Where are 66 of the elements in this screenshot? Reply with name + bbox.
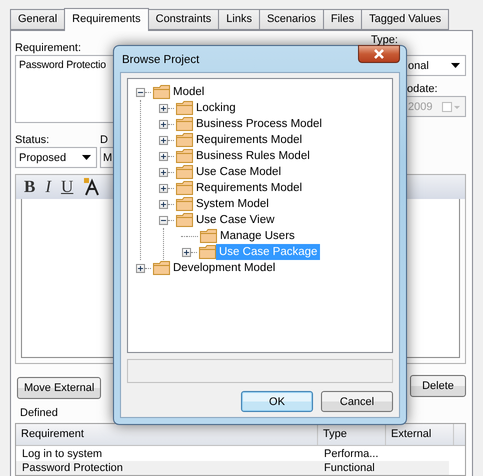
close-icon	[373, 49, 385, 59]
folder-icon	[176, 181, 193, 195]
folder-icon	[200, 229, 217, 243]
type-label: Type:	[371, 33, 399, 47]
folder-icon	[153, 85, 170, 99]
format-button[interactable]: U	[61, 177, 74, 197]
close-button[interactable]	[358, 45, 400, 63]
expand-icon[interactable]	[159, 104, 168, 112]
collapse-icon[interactable]	[136, 88, 145, 96]
folder-icon	[176, 165, 193, 179]
font-icon[interactable]	[83, 178, 102, 196]
folder-icon	[176, 197, 193, 211]
tree-item[interactable]: Requirements Model	[193, 180, 306, 196]
tab[interactable]: General	[10, 9, 66, 30]
tab[interactable]: Constraints	[148, 9, 220, 30]
ok-button[interactable]: OK	[241, 391, 313, 412]
tree-item[interactable]: Development Model	[170, 260, 278, 276]
folder-icon	[153, 261, 170, 275]
tab[interactable]: Requirements	[64, 8, 149, 31]
defined-label: Defined	[20, 407, 58, 420]
tab[interactable]: Tagged Values	[361, 9, 450, 30]
requirement-label: Requirement:	[15, 41, 82, 55]
dialog-title: Browse Project	[122, 54, 200, 66]
expand-icon[interactable]	[159, 120, 168, 128]
table-cell-text: Performa...	[323, 447, 380, 461]
expand-icon[interactable]	[182, 248, 191, 256]
caret-icon	[451, 63, 460, 68]
folder-icon	[176, 133, 193, 147]
expand-icon[interactable]	[159, 152, 168, 160]
expand-icon[interactable]	[159, 136, 168, 144]
delete-button[interactable]: Delete	[410, 375, 466, 397]
expand-icon[interactable]	[159, 200, 168, 208]
tree-item[interactable]: Locking	[193, 100, 239, 116]
folder-icon	[176, 149, 193, 163]
tree-item[interactable]: Use Case Model	[193, 164, 284, 180]
table-cell-text: Log in to system	[21, 447, 104, 461]
status-dropdown[interactable]: Proposed	[15, 147, 97, 168]
expand-icon[interactable]	[159, 184, 168, 192]
cancel-button[interactable]: Cancel	[321, 391, 393, 412]
tree-item[interactable]: Model	[170, 84, 208, 100]
tree-item[interactable]: System Model	[193, 196, 272, 212]
collapse-icon[interactable]	[159, 216, 168, 224]
status-label: Status:	[15, 133, 50, 147]
expand-icon[interactable]	[136, 264, 145, 272]
format-button[interactable]: B	[24, 177, 36, 197]
table-cell-text: Password Protection	[21, 461, 124, 475]
difficulty-label: D	[100, 133, 109, 147]
folder-icon	[176, 101, 193, 115]
format-button[interactable]: I	[45, 177, 52, 197]
table-cell-text: Functional	[323, 461, 376, 475]
tree-item[interactable]: Requirements Model	[193, 132, 306, 148]
tab[interactable]: Links	[218, 9, 260, 30]
tree-item[interactable]: Business Rules Model	[193, 148, 313, 164]
folder-icon	[176, 117, 193, 131]
move-external-button[interactable]: Move External	[17, 377, 102, 399]
calendar-icon	[442, 102, 460, 112]
tab[interactable]: Scenarios	[258, 9, 324, 30]
tab[interactable]: Files	[322, 9, 362, 30]
tree-item[interactable]: Manage Users	[217, 228, 298, 244]
tree-item[interactable]: Business Process Model	[193, 116, 325, 132]
folder-icon	[199, 245, 216, 259]
folder-icon	[176, 213, 193, 227]
tree-item[interactable]: Use Case View	[193, 212, 278, 228]
caret-icon	[82, 155, 91, 160]
date-label: odate:	[406, 82, 439, 96]
expand-icon[interactable]	[159, 168, 168, 176]
